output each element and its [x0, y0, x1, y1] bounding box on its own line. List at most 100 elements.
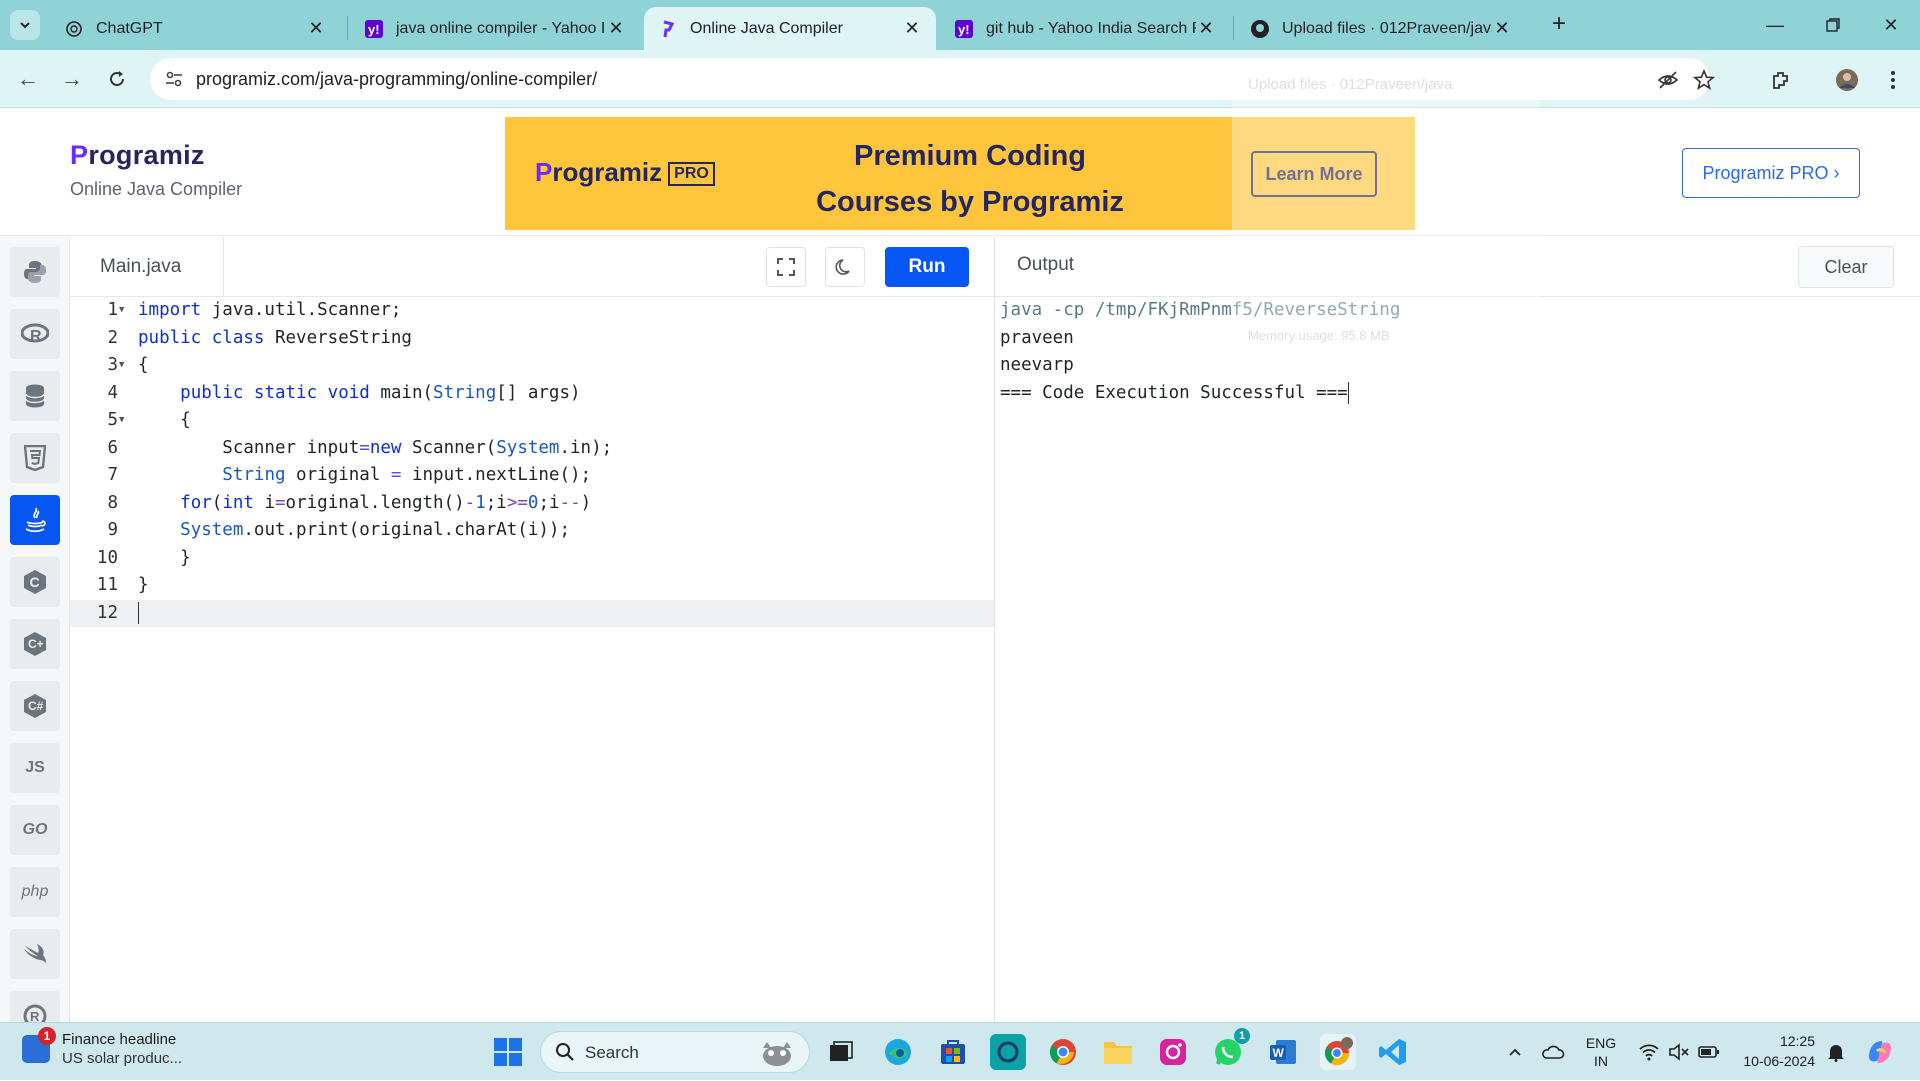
new-tab-button[interactable]: +: [1544, 10, 1574, 40]
logo-text: rogramiz: [88, 140, 205, 170]
volume-muted-icon: [1669, 1043, 1689, 1061]
code-line: 10 }: [70, 545, 995, 573]
programiz-logo[interactable]: Programiz: [70, 140, 242, 171]
output-status-line: === Code Execution Successful ===: [1000, 380, 1915, 408]
r-lang-button[interactable]: R: [10, 309, 60, 359]
tab-online-java-compiler[interactable]: Online Java Compiler ✕: [644, 7, 936, 50]
javascript-lang-button[interactable]: JS: [10, 743, 60, 793]
word-app[interactable]: W: [1265, 1034, 1301, 1070]
notifications-button[interactable]: [1822, 1023, 1850, 1081]
sql-lang-button[interactable]: [10, 371, 60, 421]
close-icon[interactable]: ✕: [606, 18, 626, 39]
swift-lang-button[interactable]: [10, 929, 60, 979]
c-lang-button[interactable]: C: [10, 557, 60, 607]
bell-icon: [1828, 1045, 1844, 1062]
panel-divider[interactable]: [994, 237, 995, 1022]
reload-button[interactable]: [101, 63, 133, 95]
back-button[interactable]: ←: [12, 63, 44, 95]
fold-arrow-icon[interactable]: ▼: [119, 297, 124, 325]
svg-text:W: W: [1273, 1046, 1285, 1060]
close-icon[interactable]: ✕: [306, 18, 326, 39]
tab-chatgpt[interactable]: ChatGPT ✕: [50, 7, 340, 50]
file-explorer-app[interactable]: [1100, 1034, 1136, 1070]
restore-button[interactable]: [1804, 0, 1862, 50]
tab-title: ChatGPT: [96, 19, 163, 37]
minimize-button[interactable]: —: [1746, 0, 1804, 50]
system-clock[interactable]: 12:25 10-06-2024: [1735, 1031, 1815, 1071]
html-lang-button[interactable]: [10, 433, 60, 483]
programiz-brand[interactable]: Programiz Online Java Compiler: [70, 140, 242, 200]
csharp-lang-button[interactable]: C#: [10, 681, 60, 731]
url-text[interactable]: programiz.com/java-programming/online-co…: [196, 69, 597, 90]
tab-title: git hub - Yahoo India Search Re: [986, 19, 1196, 37]
line-number: 5: [107, 410, 118, 430]
onedrive-tray[interactable]: [1538, 1023, 1568, 1081]
tab-search-button[interactable]: [10, 10, 40, 40]
chevron-up-icon: [1509, 1048, 1521, 1056]
tab-github-upload[interactable]: Upload files · 012Praveen/java ✕: [1236, 7, 1526, 50]
theme-toggle-button[interactable]: [825, 247, 865, 287]
php-lang-button[interactable]: php: [10, 867, 60, 917]
extensions-icon[interactable]: [1768, 67, 1794, 93]
wifi-tray[interactable]: [1634, 1023, 1664, 1081]
show-hidden-icons[interactable]: [1500, 1023, 1530, 1081]
close-icon[interactable]: ✕: [1492, 18, 1512, 39]
cpp-lang-button[interactable]: C+: [10, 619, 60, 669]
instagram-app[interactable]: [1155, 1034, 1191, 1070]
close-icon[interactable]: ✕: [902, 18, 922, 39]
instagram-icon: [1160, 1039, 1186, 1065]
output-console[interactable]: java -cp /tmp/FKjRmPnmf5/ReverseString p…: [1000, 297, 1915, 1022]
java-lang-button[interactable]: [10, 495, 60, 545]
task-view-button[interactable]: [823, 1034, 859, 1070]
r-lang-icon: R: [21, 323, 49, 345]
python-lang-button[interactable]: [10, 247, 60, 297]
edge-app[interactable]: [880, 1034, 916, 1070]
code-line-current: 12: [70, 599, 995, 627]
microsoft-store-app[interactable]: [935, 1034, 971, 1070]
language-indicator[interactable]: ENG IN: [1578, 1023, 1624, 1081]
fold-arrow-icon[interactable]: ▼: [119, 407, 124, 435]
browser-menu-icon[interactable]: [1880, 67, 1906, 93]
fullscreen-button[interactable]: [766, 247, 806, 287]
close-window-button[interactable]: ✕: [1862, 0, 1920, 50]
rust-lang-button[interactable]: R: [10, 991, 60, 1022]
file-tab-main-java[interactable]: Main.java: [70, 237, 224, 297]
vscode-app[interactable]: [1375, 1034, 1411, 1070]
volume-tray[interactable]: [1664, 1023, 1694, 1081]
site-info-icon[interactable]: [164, 69, 184, 89]
battery-tray[interactable]: [1694, 1023, 1724, 1081]
app-teal[interactable]: [990, 1034, 1026, 1070]
tab-separator: [347, 16, 348, 40]
whatsapp-app[interactable]: 1: [1210, 1028, 1250, 1070]
html5-icon: [24, 445, 46, 471]
code-line: 4 public static void main(String[] args): [70, 380, 995, 408]
forward-button[interactable]: →: [56, 63, 88, 95]
tab-yahoo-java[interactable]: y! java online compiler - Yahoo In ✕: [350, 7, 640, 50]
code-text: public static void main(String[] args): [180, 382, 581, 403]
svg-text:C: C: [30, 574, 40, 590]
programiz-pro-button[interactable]: Programiz PRO ›: [1682, 148, 1860, 198]
line-number: 1: [107, 300, 118, 320]
taskbar-search[interactable]: Search: [540, 1031, 810, 1073]
profile-avatar[interactable]: [1834, 67, 1860, 93]
eye-off-icon[interactable]: [1656, 68, 1680, 92]
run-button[interactable]: Run: [885, 247, 969, 287]
start-button[interactable]: [490, 1034, 526, 1070]
text-cursor: [1347, 381, 1349, 404]
go-lang-button[interactable]: GO: [10, 805, 60, 855]
chrome-profile-app[interactable]: [1320, 1034, 1356, 1070]
fullscreen-icon: [777, 258, 795, 276]
copilot-button[interactable]: [1860, 1023, 1900, 1081]
chatgpt-icon: [64, 19, 84, 39]
code-editor[interactable]: 1 ▼ import java.util.Scanner; 2 public clas…: [70, 297, 995, 1022]
code-text: import java.util.Scanner;: [138, 300, 402, 320]
tab-yahoo-github[interactable]: y! git hub - Yahoo India Search Re ✕: [940, 7, 1230, 50]
fold-arrow-icon[interactable]: ▼: [119, 352, 124, 380]
news-widget[interactable]: 1 Finance headline US solar produc...: [22, 1027, 182, 1067]
clear-button[interactable]: Clear: [1798, 246, 1894, 288]
clock-time: 12:25: [1779, 1033, 1815, 1049]
tab-title: Upload files · 012Praveen/java: [1282, 19, 1492, 37]
close-icon[interactable]: ✕: [1196, 18, 1216, 39]
bookmark-star-icon[interactable]: [1692, 68, 1716, 92]
chrome-app[interactable]: [1045, 1034, 1081, 1070]
